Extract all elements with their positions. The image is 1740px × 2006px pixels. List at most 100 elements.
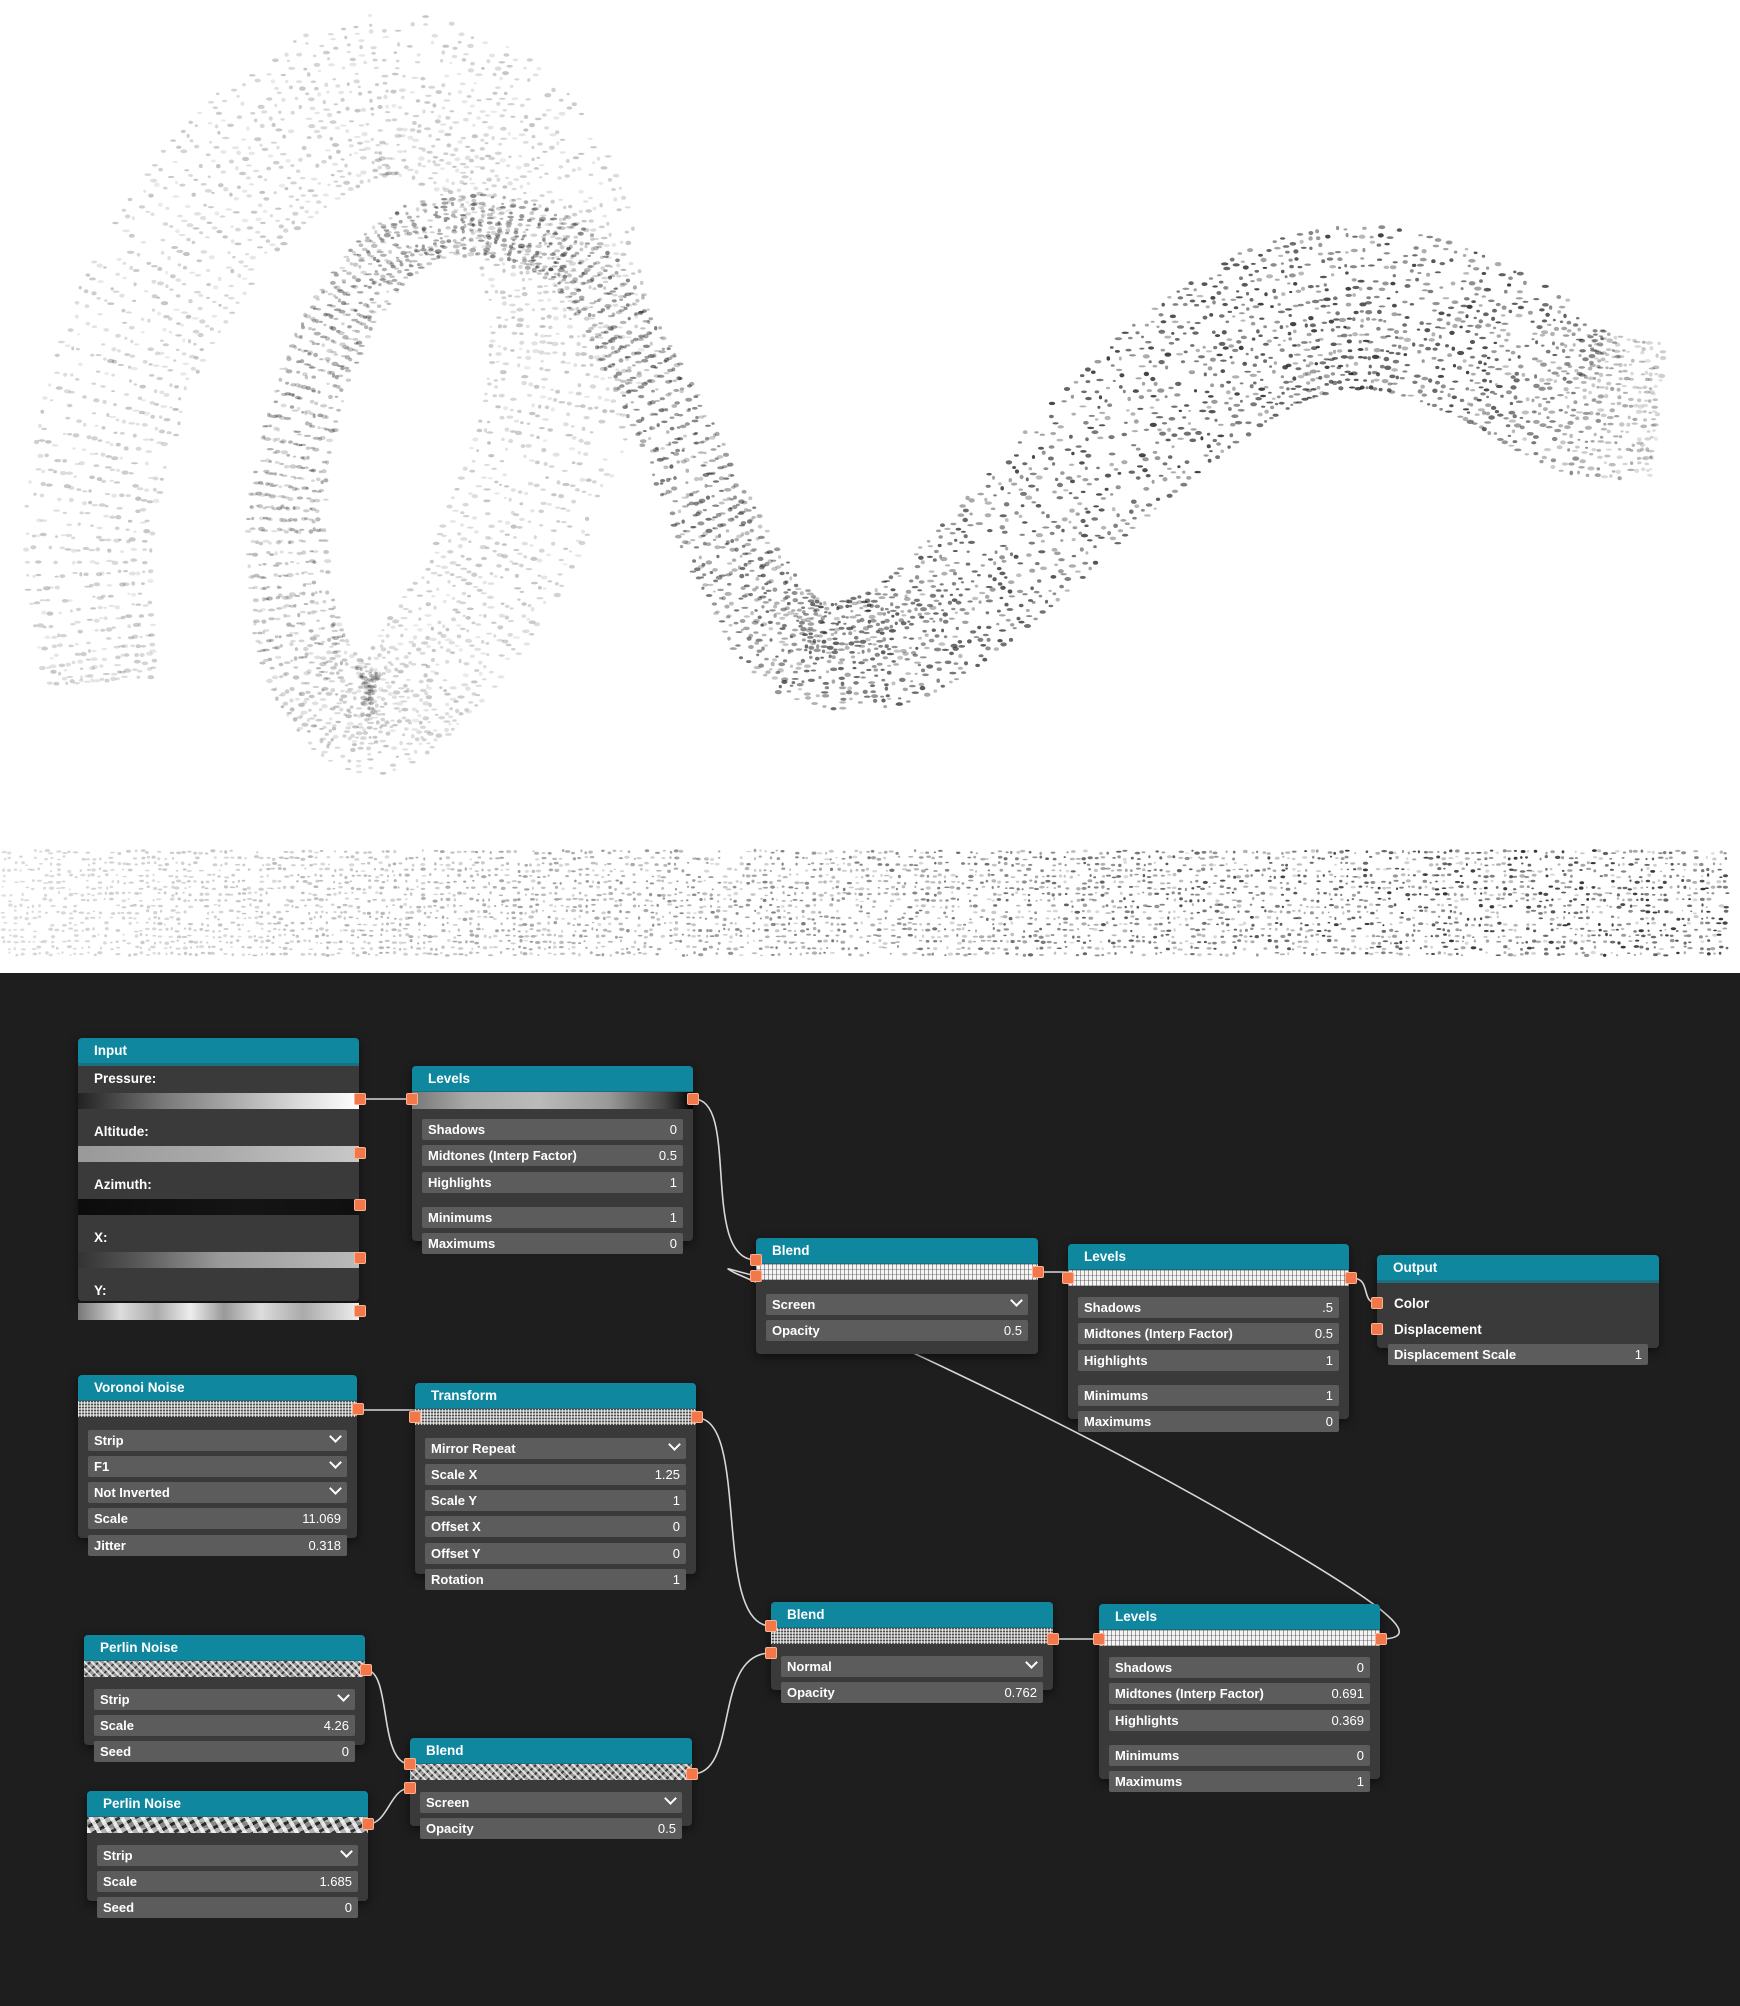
azimuth-gradient	[78, 1199, 359, 1215]
voronoi-output-socket[interactable]	[352, 1403, 364, 1415]
blend-input-a-socket[interactable]	[404, 1758, 416, 1770]
scale-field[interactable]: Scale 1.685	[97, 1871, 358, 1892]
opacity-field[interactable]: Opacity 0.762	[781, 1682, 1043, 1703]
y-label: Y:	[94, 1283, 107, 1298]
blend-node-3[interactable]: Blend Screen Opacity 0.5	[404, 1738, 698, 1839]
chevron-down-icon	[1025, 1656, 1038, 1669]
minimums-field[interactable]: Minimums 1	[422, 1207, 683, 1228]
perlin-mode-dropdown[interactable]: Strip	[94, 1689, 355, 1710]
levels-input-socket[interactable]	[406, 1093, 418, 1105]
midtones-field[interactable]: Midtones (Interp Factor) 0.691	[1109, 1683, 1370, 1704]
wire-levels-blend	[693, 1098, 757, 1261]
blend-node-1[interactable]: Blend Screen Opacity 0.5	[750, 1238, 1044, 1354]
rotation-field[interactable]: Rotation 1	[425, 1569, 686, 1590]
blend-output-socket[interactable]	[1032, 1266, 1044, 1278]
chevron-down-icon	[329, 1430, 342, 1443]
color-input-label: Color	[1394, 1296, 1430, 1311]
midtones-field[interactable]: Midtones (Interp Factor) 0.5	[1078, 1323, 1339, 1344]
perlin-output-socket[interactable]	[362, 1818, 374, 1830]
transform-mode-dropdown[interactable]: Mirror Repeat	[425, 1438, 686, 1459]
highlights-field[interactable]: Highlights 0.369	[1109, 1710, 1370, 1731]
highlights-field[interactable]: Highlights 1	[1078, 1350, 1339, 1371]
blend-output-socket[interactable]	[686, 1768, 698, 1780]
levels-output-socket[interactable]	[687, 1093, 699, 1105]
displacement-scale-field[interactable]: Displacement Scale 1	[1388, 1344, 1648, 1365]
scale-field[interactable]: Scale 11.069	[88, 1508, 347, 1529]
scale-field[interactable]: Scale 4.26	[94, 1715, 355, 1736]
blend-input-a-socket[interactable]	[750, 1254, 762, 1266]
perlin-mode-dropdown[interactable]: Strip	[97, 1845, 358, 1866]
perlin-noise-node-2[interactable]: Perlin Noise Strip Scale 1.685 Seed 0	[87, 1791, 374, 1918]
perlin-output-socket[interactable]	[360, 1664, 372, 1676]
color-input-socket[interactable]	[1371, 1297, 1383, 1309]
chevron-down-icon	[664, 1792, 677, 1805]
altitude-output-socket[interactable]	[354, 1147, 366, 1159]
opacity-field[interactable]: Opacity 0.5	[420, 1818, 682, 1839]
blend-output-socket[interactable]	[1047, 1633, 1059, 1645]
blend-input-b-socket[interactable]	[750, 1270, 762, 1282]
transform-output-socket[interactable]	[691, 1411, 703, 1423]
maximums-field[interactable]: Maximums 0	[422, 1233, 683, 1254]
input-node[interactable]: Input Pressure: Altitude: Azimuth: X: Y:	[78, 1038, 366, 1320]
y-output-socket[interactable]	[354, 1305, 366, 1317]
transform-node[interactable]: Transform Mirror Repeat Scale X 1.25 Scal…	[409, 1383, 703, 1590]
voronoi-preview	[78, 1401, 357, 1417]
voronoi-noise-node[interactable]: Voronoi Noise Strip F1 Not Inverted Scal…	[78, 1375, 364, 1556]
chevron-down-icon	[329, 1456, 342, 1469]
highlights-field[interactable]: Highlights 1	[422, 1172, 683, 1193]
blend-input-a-socket[interactable]	[765, 1620, 777, 1632]
perlin-noise-node-1[interactable]: Perlin Noise Strip Scale 4.26 Seed 0	[84, 1635, 372, 1762]
blend-mode-dropdown[interactable]: Screen	[420, 1792, 682, 1813]
seed-field[interactable]: Seed 0	[97, 1897, 358, 1918]
brush-stroke	[23, 14, 1667, 775]
shadows-field[interactable]: Shadows 0	[422, 1119, 683, 1140]
transform-preview	[415, 1409, 696, 1425]
output-node[interactable]: Output Color Displacement Displacement S…	[1371, 1255, 1659, 1365]
voronoi-distance-dropdown[interactable]: F1	[88, 1456, 347, 1477]
transform-input-socket[interactable]	[409, 1411, 421, 1423]
voronoi-strip-dropdown[interactable]: Strip	[88, 1430, 347, 1451]
levels-output-socket[interactable]	[1345, 1272, 1357, 1284]
minimums-field[interactable]: Minimums 1	[1078, 1385, 1339, 1406]
levels-input-socket[interactable]	[1062, 1272, 1074, 1284]
x-output-socket[interactable]	[354, 1252, 366, 1264]
levels-output-socket[interactable]	[1375, 1633, 1387, 1645]
scale-y-field[interactable]: Scale Y1	[425, 1490, 686, 1511]
levels-node-1[interactable]: Levels Shadows 0 Midtones (Interp Factor)…	[406, 1066, 699, 1254]
seed-field[interactable]: Seed 0	[94, 1741, 355, 1762]
node-title: Levels	[412, 1066, 693, 1094]
displacement-input-label: Displacement	[1394, 1322, 1482, 1337]
midtones-field[interactable]: Midtones (Interp Factor) 0.5	[422, 1145, 683, 1166]
brush-strip-preview	[0, 848, 1730, 958]
azimuth-output-socket[interactable]	[354, 1199, 366, 1211]
shadows-field[interactable]: Shadows 0	[1109, 1657, 1370, 1678]
voronoi-invert-dropdown[interactable]: Not Inverted	[88, 1482, 347, 1503]
levels-input-socket[interactable]	[1093, 1633, 1105, 1645]
shadows-field[interactable]: Shadows .5	[1078, 1297, 1339, 1318]
blend-node-2[interactable]: Blend Normal Opacity 0.762	[765, 1602, 1059, 1703]
levels-node-2[interactable]: Levels Shadows .5 Midtones (Interp Factor…	[1062, 1244, 1357, 1432]
pressure-output-socket[interactable]	[354, 1093, 366, 1105]
blend-input-b-socket[interactable]	[404, 1782, 416, 1794]
node-title: Perlin Noise	[84, 1635, 365, 1663]
maximums-field[interactable]: Maximums 1	[1109, 1771, 1370, 1792]
offset-x-field[interactable]: Offset X0	[425, 1516, 686, 1537]
opacity-field[interactable]: Opacity 0.5	[766, 1320, 1028, 1341]
minimums-field[interactable]: Minimums 0	[1109, 1745, 1370, 1766]
brush-preview-canvas[interactable]	[0, 0, 1740, 973]
blend-input-b-socket[interactable]	[765, 1647, 777, 1659]
azimuth-label: Azimuth:	[94, 1177, 152, 1192]
node-graph[interactable]: Input Pressure: Altitude: Azimuth: X: Y:…	[0, 973, 1740, 2006]
node-title: Voronoi Noise	[78, 1375, 357, 1403]
blend-mode-dropdown[interactable]: Screen	[766, 1294, 1028, 1315]
blend-preview	[771, 1628, 1053, 1644]
levels-preview	[1099, 1630, 1380, 1646]
blend-mode-dropdown[interactable]: Normal	[781, 1656, 1043, 1677]
scale-x-field[interactable]: Scale X 1.25	[425, 1464, 686, 1485]
jitter-field[interactable]: Jitter 0.318	[88, 1535, 347, 1556]
displacement-input-socket[interactable]	[1371, 1323, 1383, 1335]
levels-node-3[interactable]: Levels Shadows 0 Midtones (Interp Factor)…	[1093, 1604, 1387, 1792]
chevron-down-icon	[329, 1482, 342, 1495]
maximums-field[interactable]: Maximums 0	[1078, 1411, 1339, 1432]
offset-y-field[interactable]: Offset Y0	[425, 1543, 686, 1564]
